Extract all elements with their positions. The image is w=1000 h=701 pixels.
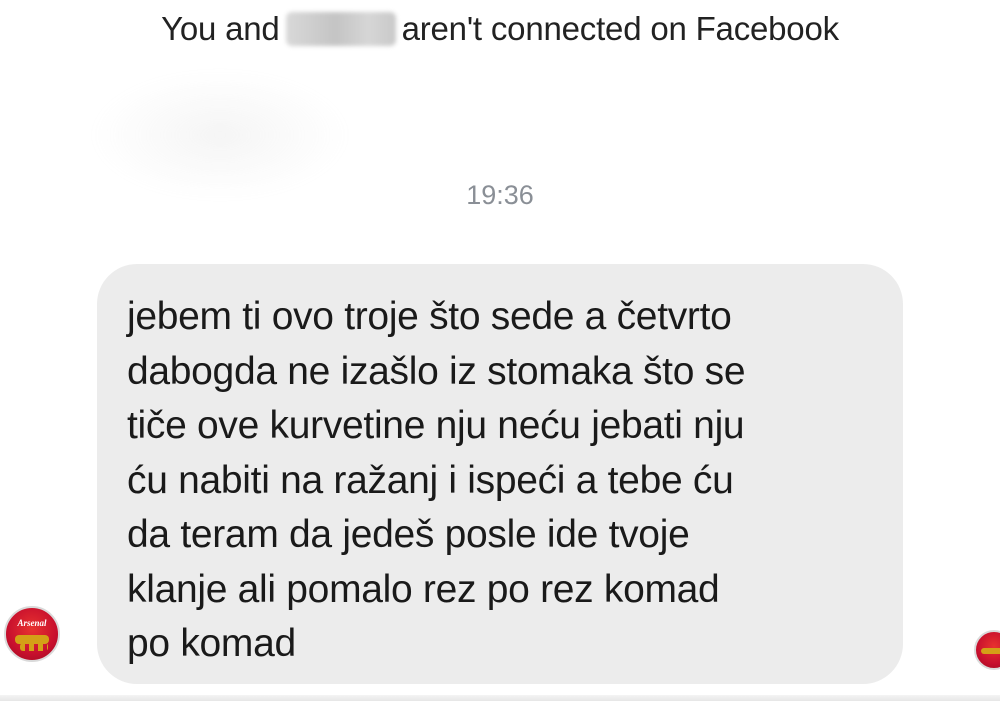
- received-message-bubble[interactable]: jebem ti ovo troje što sede a četvrto da…: [97, 264, 903, 684]
- message-timestamp: 19:36: [466, 180, 534, 210]
- message-line: po komad: [127, 622, 296, 665]
- message-line: dabogda ne izašlo iz stomaka što se: [127, 349, 746, 393]
- message-line: ću nabiti na ražanj i ispeći a tebe ću: [127, 458, 734, 502]
- message-line: tiče ove kurvetine nju neću jebati nju: [127, 404, 745, 447]
- seen-receipt-avatar: [974, 630, 1000, 670]
- blurred-contact-name: [285, 12, 396, 46]
- notice-prefix: You and: [161, 10, 280, 47]
- composer-divider: [0, 695, 1000, 701]
- notice-suffix: aren't connected on Facebook: [401, 10, 840, 47]
- messenger-conversation-screen: You and aren't connected on Facebook 19:3…: [0, 0, 1000, 701]
- message-line: da teram da jedeš posle ide tvoje: [127, 513, 690, 556]
- cannon-wheels-icon: [20, 643, 48, 651]
- message-line: jebem ti ovo troje što sede a četvrto: [127, 295, 732, 338]
- sender-avatar[interactable]: Arsenal: [4, 606, 60, 662]
- arsenal-logo-text: Arsenal: [17, 618, 47, 628]
- message-line: klanje ali pomalo rez po rez komad: [127, 567, 720, 611]
- cannon-icon: [981, 648, 1000, 654]
- connection-notice: You and aren't connected on Facebook: [0, 10, 1000, 48]
